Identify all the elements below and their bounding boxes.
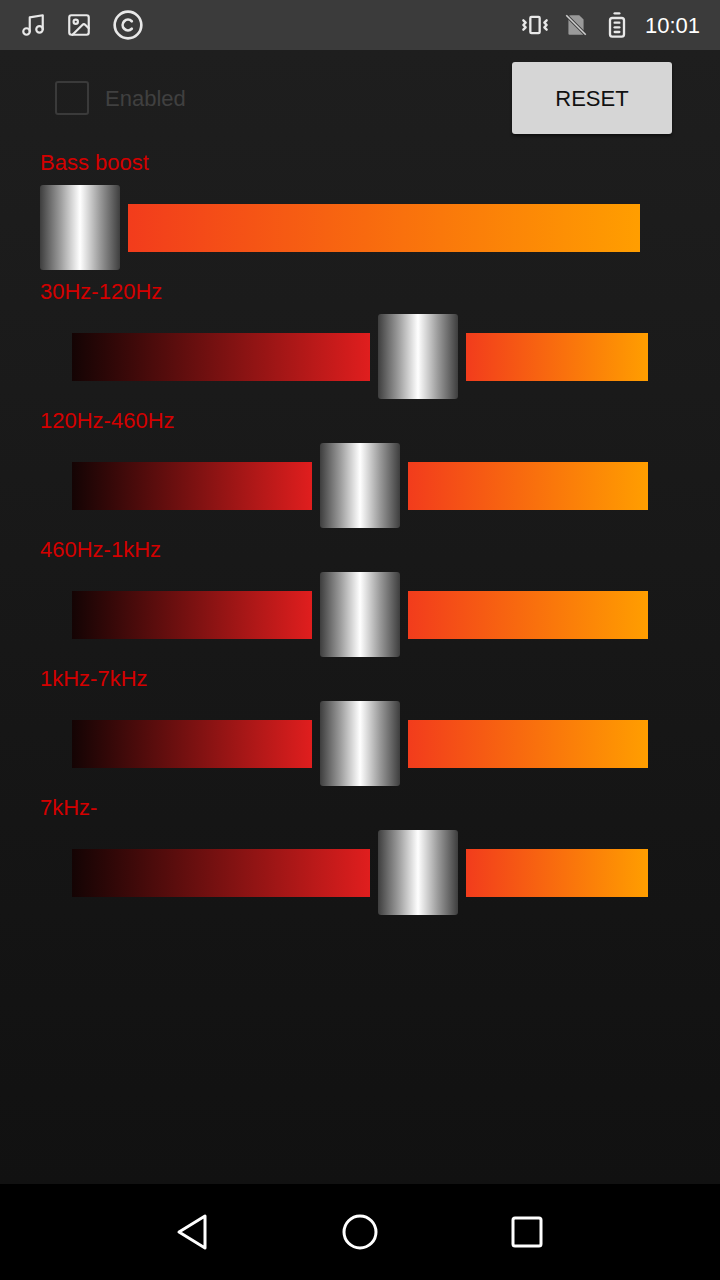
equalizer-section: 30Hz-120Hz xyxy=(0,278,720,407)
slider-track[interactable] xyxy=(72,443,648,528)
slider-rest xyxy=(128,204,640,252)
recents-icon[interactable] xyxy=(507,1212,547,1252)
nav-bar xyxy=(0,1184,720,1280)
equalizer-section: 1kHz-7kHz xyxy=(0,665,720,794)
slider-rest xyxy=(466,849,648,897)
no-sim-icon xyxy=(563,12,589,38)
slider-track[interactable] xyxy=(72,830,648,915)
slider-thumb[interactable] xyxy=(320,572,400,657)
slider-thumb[interactable] xyxy=(378,830,458,915)
slider-thumb[interactable] xyxy=(378,314,458,399)
slider-label: 30Hz-120Hz xyxy=(0,278,720,306)
slider-fill xyxy=(72,462,312,510)
status-time: 10:01 xyxy=(645,9,700,42)
battery-icon xyxy=(603,11,631,39)
slider-thumb[interactable] xyxy=(40,185,120,270)
slider-rest xyxy=(408,462,648,510)
equalizer-section: 460Hz-1kHz xyxy=(0,536,720,665)
slider-fill xyxy=(72,591,312,639)
header-row: Enabled RESET xyxy=(0,50,720,149)
back-icon[interactable] xyxy=(173,1212,213,1252)
slider-rest xyxy=(408,591,648,639)
copyright-icon xyxy=(112,9,144,41)
slider-row[interactable] xyxy=(0,701,720,786)
status-bar: 10:01 xyxy=(0,0,720,50)
equalizer-section: 120Hz-460Hz xyxy=(0,407,720,536)
slider-track[interactable] xyxy=(32,185,640,270)
slider-rest xyxy=(408,720,648,768)
equalizer-section: Bass boost xyxy=(0,149,720,278)
slider-row[interactable] xyxy=(0,830,720,915)
enabled-label: Enabled xyxy=(105,82,186,115)
slider-thumb[interactable] xyxy=(320,701,400,786)
slider-track[interactable] xyxy=(72,701,648,786)
slider-row[interactable] xyxy=(0,443,720,528)
vibrate-icon xyxy=(521,11,549,39)
slider-label: 7kHz- xyxy=(0,794,720,822)
slider-label: Bass boost xyxy=(0,149,720,177)
slider-row[interactable] xyxy=(0,314,720,399)
slider-label: 120Hz-460Hz xyxy=(0,407,720,435)
home-icon[interactable] xyxy=(340,1212,380,1252)
slider-track[interactable] xyxy=(72,572,648,657)
slider-thumb[interactable] xyxy=(320,443,400,528)
image-icon xyxy=(66,12,92,38)
slider-fill xyxy=(72,720,312,768)
enabled-checkbox[interactable]: Enabled xyxy=(55,81,186,115)
slider-row[interactable] xyxy=(0,185,720,270)
equalizer-panel: Enabled RESET Bass boost 30Hz-120Hz 120Hz-46… xyxy=(0,50,720,1184)
music-icon xyxy=(20,12,46,38)
equalizer-section: 7kHz- xyxy=(0,794,720,923)
reset-button[interactable]: RESET xyxy=(512,62,672,134)
slider-label: 1kHz-7kHz xyxy=(0,665,720,693)
slider-rest xyxy=(466,333,648,381)
slider-label: 460Hz-1kHz xyxy=(0,536,720,564)
slider-row[interactable] xyxy=(0,572,720,657)
slider-track[interactable] xyxy=(72,314,648,399)
checkbox-box[interactable] xyxy=(55,81,89,115)
app-screen: 10:01 Enabled RESET Bass boost 30Hz-120Hz 120… xyxy=(0,0,720,1280)
slider-fill xyxy=(72,333,370,381)
slider-fill xyxy=(72,849,370,897)
